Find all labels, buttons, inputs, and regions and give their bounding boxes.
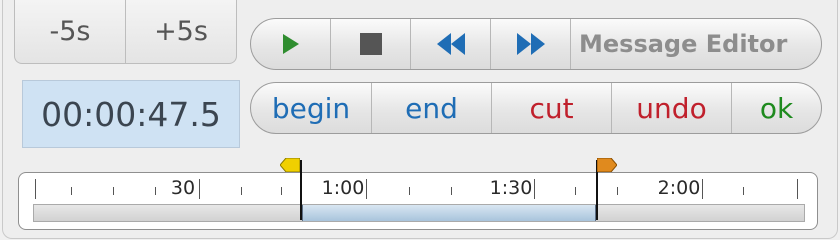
ruler-tick bbox=[575, 187, 576, 195]
ruler-tick bbox=[35, 179, 36, 199]
editor-title: Message Editor bbox=[579, 30, 788, 58]
fast-forward-icon bbox=[516, 33, 545, 55]
ruler-tick bbox=[743, 187, 744, 195]
end-marker-flag-icon[interactable] bbox=[597, 158, 617, 172]
stop-icon bbox=[359, 33, 382, 55]
ruler-tick bbox=[451, 187, 452, 195]
ruler-label-30: 30 bbox=[170, 177, 196, 199]
start-marker-line[interactable] bbox=[300, 160, 302, 220]
ruler-tick bbox=[199, 179, 200, 199]
ruler-tick bbox=[71, 187, 72, 195]
end-button[interactable]: end bbox=[372, 83, 492, 133]
ruler-tick bbox=[366, 179, 367, 199]
timeline-ruler: 30 1:00 1:30 2:00 bbox=[19, 173, 817, 203]
ruler-label-2-00: 2:00 bbox=[657, 177, 701, 199]
start-marker-flag-icon[interactable] bbox=[280, 158, 300, 172]
fast-forward-button[interactable] bbox=[491, 19, 571, 69]
seek-back-5s-button[interactable]: -5s bbox=[14, 0, 126, 64]
undo-button[interactable]: undo bbox=[612, 83, 732, 133]
timeline-track[interactable] bbox=[33, 204, 805, 222]
ruler-tick bbox=[534, 179, 535, 199]
ruler-tick bbox=[281, 187, 282, 195]
ruler-label-1-00: 1:00 bbox=[321, 177, 365, 199]
ruler-label-1-30: 1:30 bbox=[489, 177, 533, 199]
time-display: 00:00:47.5 bbox=[22, 80, 240, 148]
begin-button[interactable]: begin bbox=[251, 83, 372, 133]
edit-actions-toolbar: begin end cut undo ok bbox=[250, 82, 822, 134]
ruler-tick bbox=[113, 187, 114, 195]
cut-button[interactable]: cut bbox=[492, 83, 612, 133]
playback-toolbar: Message Editor bbox=[250, 18, 822, 70]
seek-forward-5s-button[interactable]: +5s bbox=[125, 0, 237, 64]
ruler-tick bbox=[702, 179, 703, 199]
play-icon bbox=[282, 34, 299, 54]
ruler-tick bbox=[155, 187, 156, 195]
selected-range[interactable] bbox=[302, 205, 596, 221]
ruler-tick bbox=[241, 187, 242, 195]
ok-button[interactable]: ok bbox=[732, 83, 821, 133]
ruler-tick bbox=[409, 187, 410, 195]
stop-button[interactable] bbox=[331, 19, 411, 69]
ruler-tick bbox=[617, 187, 618, 195]
timeline[interactable]: 30 1:00 1:30 2:00 bbox=[18, 172, 818, 230]
ruler-tick bbox=[797, 179, 798, 199]
rewind-button[interactable] bbox=[411, 19, 491, 69]
play-button[interactable] bbox=[251, 19, 331, 69]
rewind-icon bbox=[436, 33, 465, 55]
